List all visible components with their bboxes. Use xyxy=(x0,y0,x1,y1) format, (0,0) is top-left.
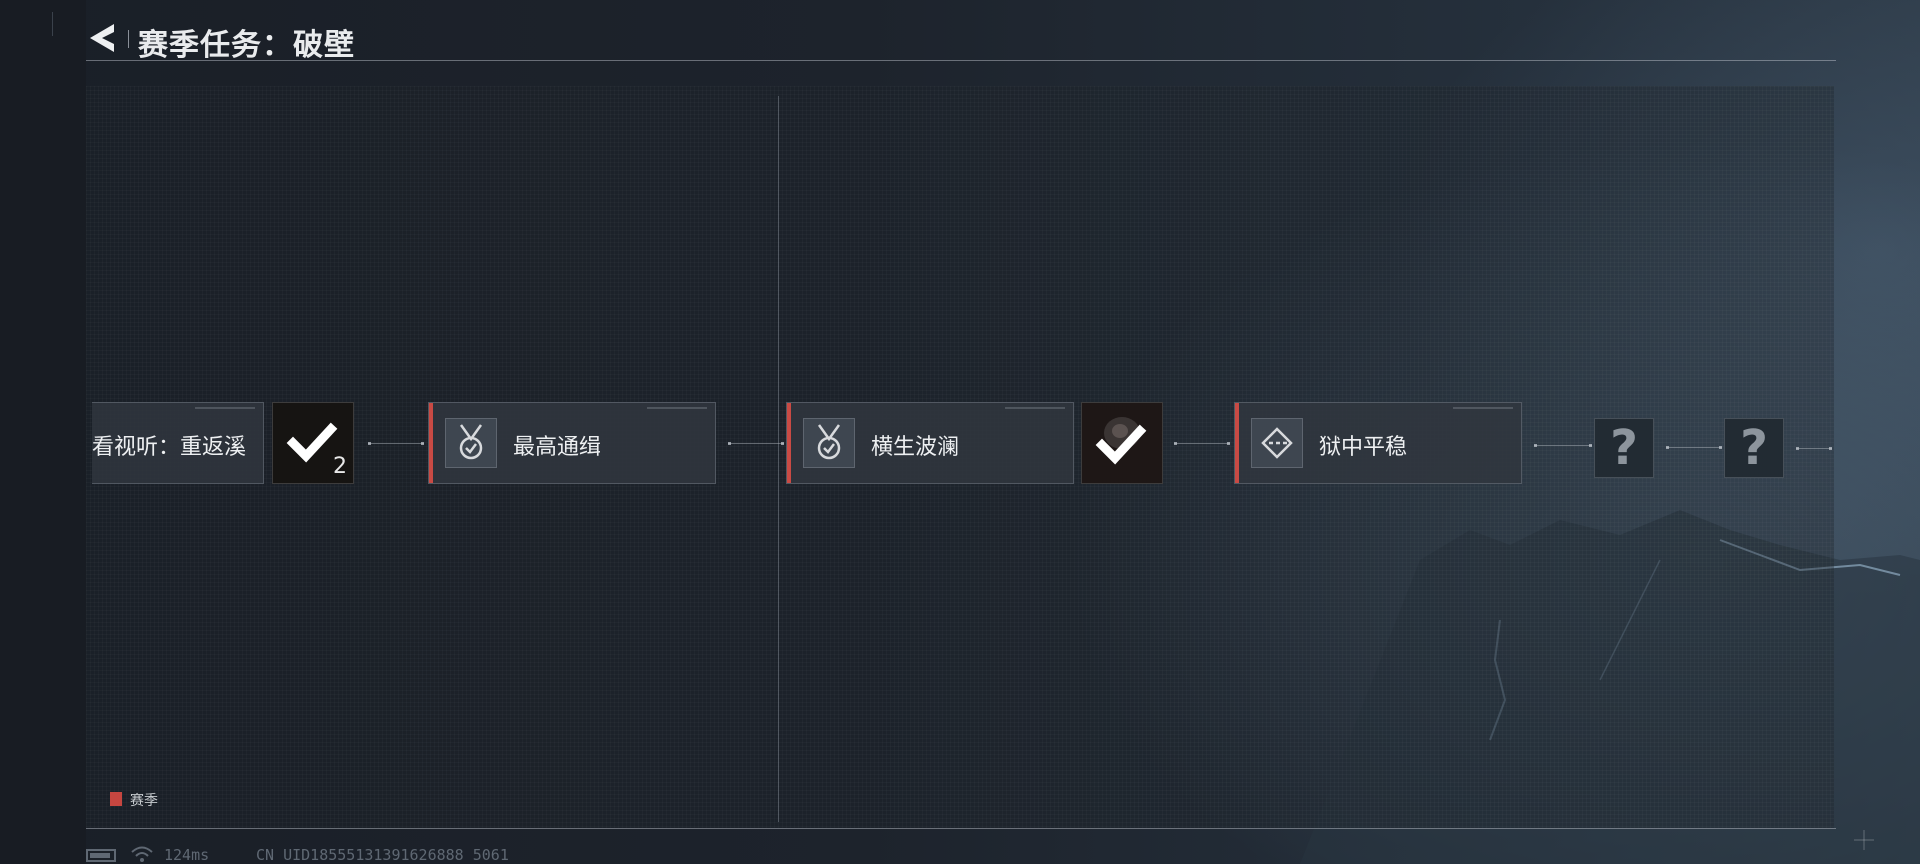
phase-divider xyxy=(778,96,779,822)
quest-node-most-wanted[interactable]: 最高通缉 xyxy=(428,402,716,484)
card-code-mark xyxy=(1005,407,1065,409)
checkmark-icon xyxy=(1095,417,1147,465)
card-code-mark xyxy=(647,407,707,409)
reward-item[interactable] xyxy=(1081,402,1163,484)
chain-connector xyxy=(1796,447,1832,450)
corner-plus-icon xyxy=(1854,830,1874,850)
quest-node-prison-calm[interactable]: 狱中平稳 xyxy=(1234,402,1522,484)
quest-node-label: 狱中平稳 xyxy=(1319,435,1408,460)
ping-readout: 124ms xyxy=(164,846,210,864)
locked-quest-node[interactable]: ? xyxy=(1594,418,1654,478)
reward-item[interactable]: 2 xyxy=(272,402,354,484)
locked-quest-node[interactable]: ? xyxy=(1724,418,1784,478)
season-marker xyxy=(1235,403,1239,483)
header-separator xyxy=(128,30,129,48)
season-marker xyxy=(429,403,433,483)
user-uid: CN UID18555131391626888 5061 xyxy=(256,846,509,864)
header-divider xyxy=(86,60,1836,61)
chain-connector xyxy=(728,442,784,445)
chain-connector xyxy=(368,442,424,445)
question-mark-icon: ? xyxy=(1610,420,1638,476)
header: 赛季任务：破壁 xyxy=(86,16,1836,63)
quest-node-partial[interactable]: 看视听：重返溪 xyxy=(92,402,264,484)
chain-connector xyxy=(1534,444,1592,447)
quest-node-ripples[interactable]: 横生波澜 xyxy=(786,402,1074,484)
battery-icon xyxy=(86,849,116,862)
page-title: 赛季任务：破壁 xyxy=(138,28,355,63)
medal-check-icon xyxy=(803,418,855,468)
left-edge-strip xyxy=(0,0,86,864)
reward-count: 2 xyxy=(333,454,347,479)
diamond-arrows-icon xyxy=(1251,418,1303,468)
season-marker xyxy=(787,403,791,483)
medal-check-icon xyxy=(445,418,497,468)
back-arrow-icon xyxy=(90,24,114,52)
question-mark-icon: ? xyxy=(1740,420,1768,476)
quest-node-label: 最高通缉 xyxy=(513,435,602,460)
card-code-mark xyxy=(195,407,255,409)
card-code-mark xyxy=(1453,407,1513,409)
legend-label: 赛季 xyxy=(130,793,158,809)
quest-node-label: 看视听：重返溪 xyxy=(92,435,247,460)
back-button[interactable] xyxy=(86,22,120,54)
quest-node-label: 横生波澜 xyxy=(871,435,960,460)
wifi-icon xyxy=(131,846,153,862)
legend-swatch xyxy=(110,792,122,806)
chain-connector xyxy=(1666,446,1722,449)
chain-connector xyxy=(1174,442,1230,445)
footer-divider xyxy=(86,828,1836,829)
